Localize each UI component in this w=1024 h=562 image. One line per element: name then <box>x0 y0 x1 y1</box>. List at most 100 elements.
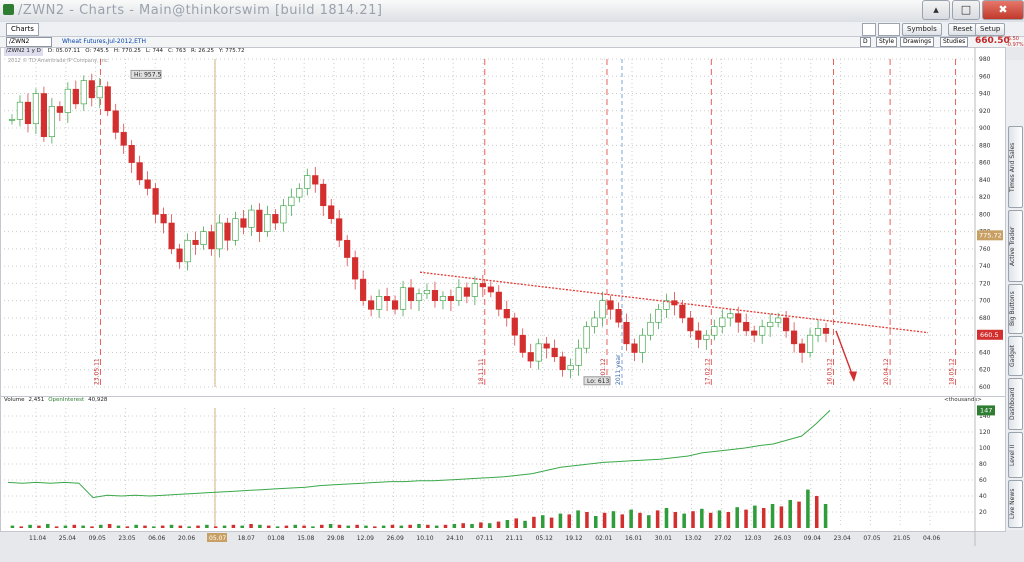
minimize-button[interactable]: ▴ <box>922 0 950 20</box>
volume-bar <box>90 526 94 528</box>
reset-button[interactable]: Reset <box>948 23 978 36</box>
volume-bar <box>417 524 421 528</box>
candle-body <box>383 296 391 301</box>
candle-body <box>447 296 455 301</box>
candle-body <box>679 304 686 319</box>
maximize-button[interactable]: □ <box>952 0 980 20</box>
volume-bar <box>744 509 748 528</box>
volume-bar <box>187 526 191 528</box>
candle-body <box>551 347 558 358</box>
candle-body <box>463 287 470 297</box>
candle-body <box>360 278 367 301</box>
volume-bar <box>37 525 41 528</box>
flag-icon[interactable] <box>862 23 876 36</box>
price-tick-label: 800 <box>979 211 991 218</box>
app-icon <box>3 4 14 15</box>
volume-bar <box>178 525 183 528</box>
volume-bar <box>717 510 722 528</box>
candle-body <box>535 343 542 362</box>
volume-tick-label: 20 <box>979 509 987 516</box>
candle-body <box>431 290 439 301</box>
volume-bar <box>505 520 510 528</box>
volume-bar <box>461 523 465 528</box>
open-interest-line <box>7 410 831 499</box>
x-tick-label: 13.02 <box>685 535 702 542</box>
candle-body <box>751 330 758 336</box>
x-tick-label: 23.04 <box>834 535 851 542</box>
candle-body <box>727 313 734 319</box>
price-chart[interactable]: 6006206406606807007207407607808008208408… <box>0 47 1006 397</box>
volume-bar <box>735 507 739 528</box>
sidebar-tab-times-and-sales[interactable]: Times And Sales <box>1008 126 1023 208</box>
setup-button[interactable]: Setup <box>975 23 1006 36</box>
style-button[interactable]: Style <box>876 37 898 47</box>
price-tick-label: 920 <box>979 108 991 115</box>
tab-charts[interactable]: Charts <box>6 23 39 36</box>
candle-body <box>703 334 710 340</box>
candle-body <box>16 101 24 120</box>
x-tick-label: 20.06 <box>178 535 195 542</box>
candle-body <box>487 286 494 293</box>
volume-bar <box>726 512 731 528</box>
volume-bar <box>487 523 492 528</box>
aggregation-button[interactable]: D <box>860 37 871 47</box>
studies-button[interactable]: Studies <box>940 37 969 47</box>
last-price-label: 660.5 <box>980 331 999 339</box>
candle-body <box>184 239 191 263</box>
candle-body <box>599 300 606 319</box>
volume-bar <box>629 509 633 528</box>
high-annotation: Hi: 957.5 <box>130 69 162 79</box>
candle-body <box>631 343 638 353</box>
sidebar-tab-dashboard[interactable]: Dashboard <box>1008 378 1023 430</box>
volume-bar <box>797 501 801 528</box>
candle-body <box>248 209 255 228</box>
volume-tick-label: 120 <box>979 429 991 436</box>
link-icon[interactable] <box>878 23 900 36</box>
volume-chart[interactable]: 2040608010012014011.04 25.04 09.05 23.05 06.… <box>0 396 1006 546</box>
x-tick-label: 26.03 <box>774 535 791 542</box>
candle-body <box>336 218 343 241</box>
cursor-date-label: 05.07 <box>209 535 226 542</box>
candle-body <box>567 365 574 371</box>
x-tick-label: 09.04 <box>804 535 821 542</box>
volume-bar <box>231 524 236 528</box>
sidebar-tab-gadget[interactable]: Gadget <box>1008 336 1023 376</box>
candle-body <box>304 175 311 189</box>
sidebar-tab-live-news[interactable]: Live News <box>1008 480 1023 528</box>
volume-bar <box>63 525 68 528</box>
volume-bar <box>753 505 757 528</box>
volume-bar <box>72 524 77 528</box>
candle-body <box>495 291 502 310</box>
volume-bar <box>328 524 333 528</box>
volume-bar <box>134 524 138 528</box>
volume-bar <box>496 521 501 528</box>
volume-bar <box>196 525 200 528</box>
candle-body <box>503 309 510 319</box>
sidebar-tab-big-buttons[interactable]: Big Buttons <box>1008 284 1023 334</box>
candle-body <box>471 283 478 297</box>
candle-body <box>288 196 295 207</box>
symbols-button[interactable]: Symbols <box>902 23 942 36</box>
candle-body <box>559 356 566 371</box>
last-price: 660.50 <box>975 36 1010 46</box>
volume-bar <box>523 520 527 528</box>
symbol-input[interactable]: /ZWN2 <box>6 37 52 47</box>
candle-body <box>822 328 830 334</box>
event-line-label: 18.11.11 <box>478 358 485 385</box>
volume-bar <box>655 510 660 528</box>
candle-body <box>232 218 239 241</box>
candle-body <box>168 222 175 250</box>
right-sidebar: Live News Level II Dashboard Gadget Big … <box>1006 60 1024 530</box>
volume-bar <box>452 524 457 528</box>
candle-body <box>40 93 48 137</box>
volume-bar <box>788 500 792 528</box>
drawings-button[interactable]: Drawings <box>900 37 935 47</box>
sidebar-tab-level-ii[interactable]: Level II <box>1008 432 1023 478</box>
candle-body <box>711 326 718 336</box>
event-line-label: 17.02.12 <box>704 358 711 385</box>
sidebar-tab-active-trader[interactable]: Active Trader <box>1008 210 1023 282</box>
volume-bar <box>258 524 262 528</box>
window-title: /ZWN2 - Charts - Main@thinkorswim [build… <box>18 3 383 18</box>
candle-body <box>575 347 582 366</box>
close-button[interactable]: ✖ <box>982 0 1024 20</box>
